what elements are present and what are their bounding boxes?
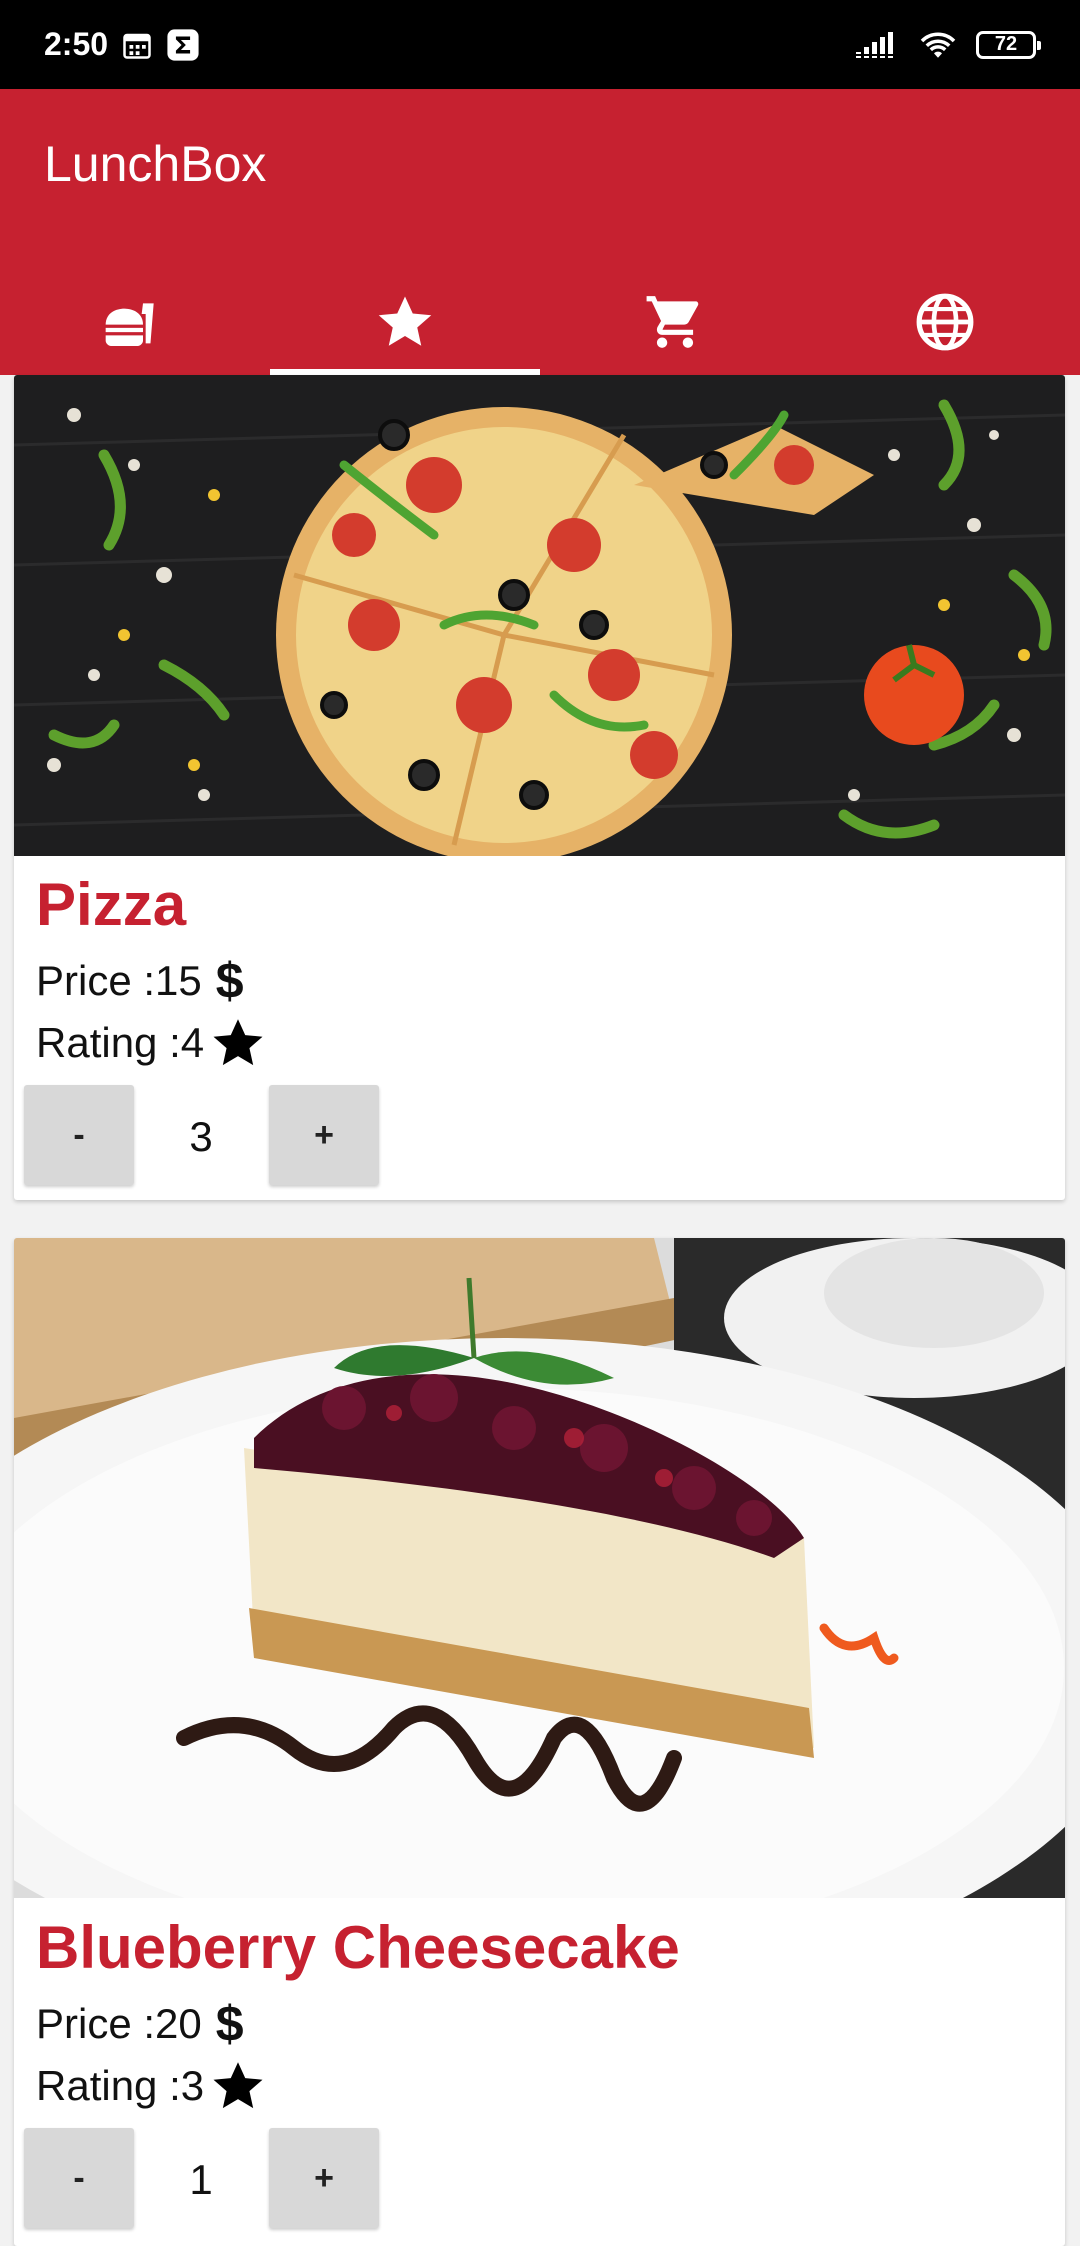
quantity-value: 3 [189, 1113, 213, 1160]
tab-favorites[interactable] [270, 269, 540, 375]
item-name: Pizza [36, 871, 187, 938]
rating-line: Rating :3 [36, 2058, 266, 2114]
star-icon [213, 2062, 263, 2109]
status-bar: 2:50 72 [0, 0, 1080, 89]
price-label: Price : [36, 957, 156, 1004]
star-icon [378, 296, 432, 346]
price-label: Price : [36, 2000, 156, 2047]
item-name: Blueberry Cheesecake [36, 1914, 680, 1981]
price-line: Price :15 $ [36, 952, 244, 1010]
dollar-icon: $ [215, 953, 244, 1009]
rating-value: 3 [180, 2062, 205, 2109]
decrement-button[interactable]: - [24, 2128, 134, 2228]
wifi-icon [920, 32, 956, 58]
tab-language[interactable] [810, 269, 1080, 375]
signal-icon [856, 31, 894, 58]
food-card: Pizza Price :15 $ Rating :4 - 3 + [14, 375, 1065, 1200]
quantity-value: 1 [189, 2156, 213, 2203]
battery-icon: 72 [976, 30, 1041, 59]
tab-menu[interactable] [0, 269, 270, 375]
rating-label: Rating : [36, 1019, 181, 1066]
rating-line: Rating :4 [36, 1015, 266, 1071]
dollar-icon: $ [215, 1996, 244, 2052]
app-bar: LunchBox [0, 89, 1080, 375]
sigma-app-icon [167, 28, 199, 61]
food-card: Blueberry Cheesecake Price :20 $ Rating … [14, 1238, 1065, 2246]
globe-icon [916, 293, 974, 351]
cheesecake-image [14, 1238, 1065, 1898]
tab-bar [0, 269, 1080, 375]
decrement-button[interactable]: - [24, 1085, 134, 1185]
increment-button[interactable]: + [269, 2128, 379, 2228]
price-value: 15 [155, 957, 202, 1004]
rating-label: Rating : [36, 2062, 181, 2109]
cart-icon [646, 296, 699, 348]
price-value: 20 [155, 2000, 202, 2047]
star-icon [213, 1019, 263, 1066]
app-title: LunchBox [44, 136, 267, 192]
increment-button[interactable]: + [269, 1085, 379, 1185]
pizza-image [14, 375, 1065, 856]
status-time: 2:50 [44, 26, 109, 62]
price-line: Price :20 $ [36, 1995, 244, 2053]
tab-cart[interactable] [540, 269, 810, 375]
fastfood-icon [105, 292, 154, 346]
calendar-icon [123, 33, 151, 59]
rating-value: 4 [180, 1019, 205, 1066]
